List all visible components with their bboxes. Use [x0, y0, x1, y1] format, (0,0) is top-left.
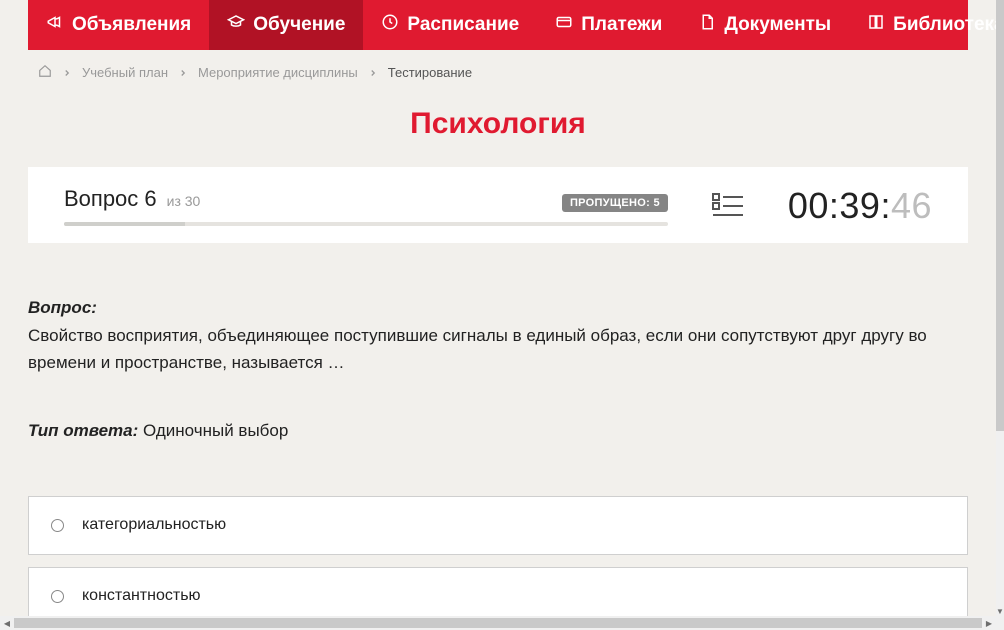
nav-label: Расписание: [407, 14, 519, 36]
nav-label: Платежи: [581, 14, 662, 36]
option-1[interactable]: категориальностью: [28, 496, 968, 555]
skipped-badge: ПРОПУЩЕНО: 5: [562, 194, 668, 212]
scroll-corner: [996, 616, 1004, 630]
question-number: Вопрос 6: [64, 186, 157, 212]
chevron-right-icon: [178, 68, 188, 78]
scroll-right-icon: ▶: [982, 616, 996, 630]
option-label: категориальностью: [82, 513, 226, 538]
nav-item-learning[interactable]: Обучение: [209, 0, 363, 50]
chevron-right-icon: [368, 68, 378, 78]
nav-label: Документы: [724, 14, 831, 36]
answer-type-value: Одиночный выбор: [143, 421, 288, 440]
timer: 00:39:46: [788, 185, 932, 227]
breadcrumb: Учебный план Мероприятие дисциплины Тест…: [28, 50, 968, 89]
option-label: константностью: [82, 584, 201, 609]
card-icon: [555, 13, 573, 37]
scroll-thumb[interactable]: [14, 618, 982, 628]
list-icon: [712, 192, 744, 220]
nav-item-library[interactable]: Библиотека: [849, 0, 996, 50]
question-total: из 30: [167, 193, 201, 209]
question-list-button[interactable]: [712, 192, 744, 220]
timer-main: 00:39:: [788, 185, 891, 227]
option-2[interactable]: константностью: [28, 567, 968, 616]
nav-label: Библиотека: [893, 14, 996, 36]
radio-icon: [51, 519, 64, 532]
timer-seconds: 46: [891, 185, 932, 227]
progress-fill: [64, 222, 185, 226]
breadcrumb-home[interactable]: [38, 64, 52, 81]
breadcrumb-link-plan[interactable]: Учебный план: [82, 65, 168, 80]
nav-item-announcements[interactable]: Объявления: [28, 0, 209, 50]
nav-label: Объявления: [72, 14, 191, 36]
nav-item-documents[interactable]: Документы: [680, 0, 849, 50]
question-body: Вопрос: Свойство восприятия, объединяюще…: [28, 243, 968, 616]
book-icon: [867, 13, 885, 37]
home-icon: [38, 64, 52, 78]
clock-icon: [381, 13, 399, 37]
nav-label: Обучение: [253, 14, 345, 36]
main-nav: Объявления Обучение Расписание Платежи: [28, 0, 968, 50]
vertical-scrollbar[interactable]: ▲ ▼: [996, 0, 1004, 616]
progress-bar: [64, 222, 668, 226]
scroll-thumb[interactable]: [996, 0, 1004, 431]
radio-icon: [51, 590, 64, 603]
scroll-down-icon: ▼: [996, 606, 1004, 616]
chevron-right-icon: [62, 68, 72, 78]
breadcrumb-current: Тестирование: [388, 65, 472, 80]
doc-icon: [698, 13, 716, 37]
breadcrumb-link-event[interactable]: Мероприятие дисциплины: [198, 65, 358, 80]
scroll-left-icon: ◀: [0, 616, 14, 630]
answer-type-label: Тип ответа:: [28, 421, 138, 440]
status-card: Вопрос 6 из 30 ПРОПУЩЕНО: 5 00:39:46: [28, 167, 968, 243]
horizontal-scrollbar[interactable]: ◀ ▶: [0, 616, 996, 630]
page-title: Психология: [28, 107, 968, 141]
question-text: Свойство восприятия, объединяющее поступ…: [28, 323, 968, 376]
question-label: Вопрос:: [28, 298, 97, 317]
megaphone-icon: [46, 13, 64, 37]
grad-cap-icon: [227, 13, 245, 37]
options-list: категориальностью константностью: [28, 496, 968, 616]
nav-item-schedule[interactable]: Расписание: [363, 0, 537, 50]
nav-item-payments[interactable]: Платежи: [537, 0, 680, 50]
